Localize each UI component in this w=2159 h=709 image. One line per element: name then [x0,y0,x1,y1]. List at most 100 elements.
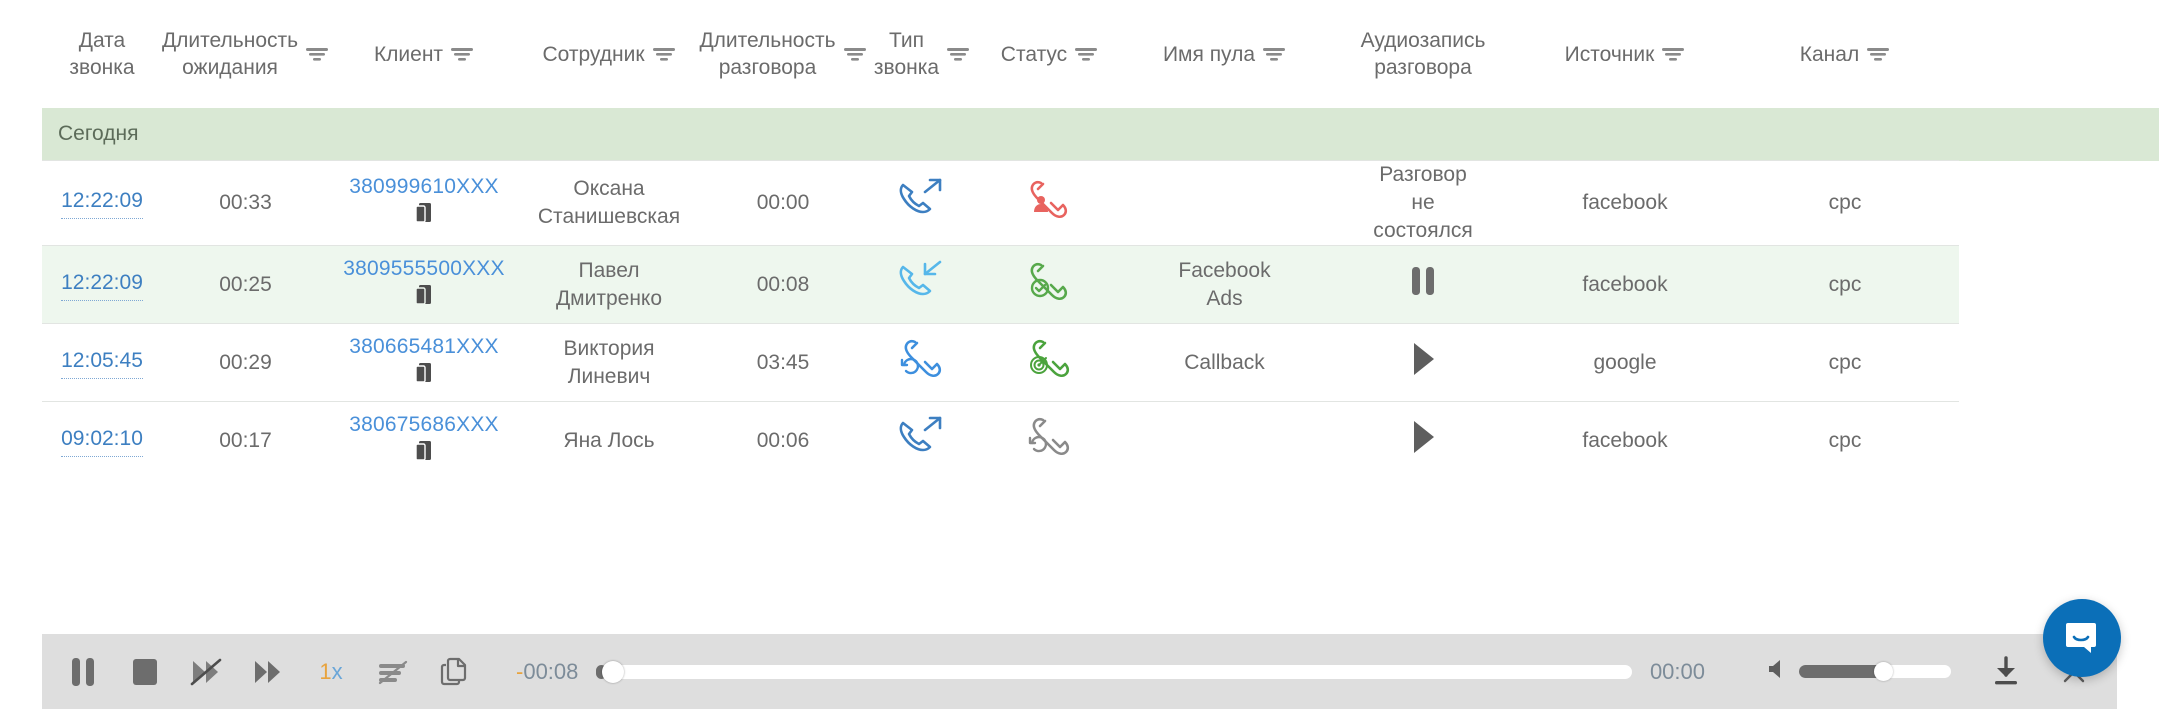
cell-client[interactable]: 380665481XXX [329,323,519,402]
filter-icon[interactable] [1262,45,1286,63]
phone-incoming-icon [899,260,942,295]
cell-call-date[interactable]: 12:22:09 [42,160,162,246]
header-spacer-right [1959,0,2159,108]
column-header-audio-record[interactable]: Аудиозапись разговора [1327,0,1519,108]
table-row[interactable]: 09:02:10 00:17 380675686XXX Яна Лось 00:… [0,401,2159,480]
group-label: Сегодня [42,108,2159,161]
volume-control [1767,657,1951,686]
intercom-launcher[interactable] [2043,599,2121,677]
total-time: 00:00 [1649,658,1705,684]
filter-icon[interactable] [843,45,867,63]
column-header-call-type[interactable]: Тип звонка [867,0,977,108]
column-label: Длительность разговора [699,29,836,79]
cell-call-date[interactable]: 12:05:45 [42,323,162,402]
play-icon[interactable] [1406,420,1440,462]
table-row[interactable]: 12:22:09 00:33 380999610XXX Оксана Стани… [0,160,2159,246]
row-gutter-right [1959,323,2159,402]
filter-icon[interactable] [305,45,329,63]
seek-handle[interactable] [602,660,625,683]
cell-employee: Павел Дмитренко [519,245,699,324]
column-header-wait-duration[interactable]: Длительность ожидания [162,0,329,108]
copy-phone-icon[interactable] [333,283,515,315]
cell-source: google [1519,323,1731,402]
cell-wait-duration: 00:25 [162,245,329,324]
filter-icon[interactable] [450,45,474,63]
copy-phone-icon[interactable] [333,439,515,471]
column-label: Длительность ожидания [161,29,299,79]
play-icon[interactable] [1406,342,1440,384]
row-gutter [0,245,42,324]
cell-talk-duration: 00:00 [699,160,867,246]
filter-icon[interactable] [946,45,970,63]
cell-client[interactable]: 3809555500XXX [329,245,519,324]
column-label: Источник [1564,42,1655,66]
download-button[interactable] [1977,654,2035,690]
copy-phone-icon[interactable] [333,361,515,393]
call-time-link[interactable]: 12:22:09 [61,269,143,301]
cell-audio-record[interactable] [1327,245,1519,324]
filter-icon[interactable] [1661,45,1685,63]
client-phone-link[interactable]: 380999610XXX [333,173,515,200]
rewind-button[interactable] [176,655,238,689]
elapsed-time-value: 00:08 [523,658,579,684]
table-row[interactable]: 12:05:45 00:29 380665481XXX Виктория Лин… [0,323,2159,402]
call-time-link[interactable]: 12:05:45 [61,347,143,379]
cell-pool-name: Callback [1122,323,1327,402]
column-header-channel[interactable]: Канал [1731,0,1959,108]
call-time-link[interactable]: 09:02:10 [61,425,143,457]
row-gutter-right [1959,245,2159,324]
calls-table: Дата звонка Длительность ожидания Клиент [0,0,2159,480]
column-header-status[interactable]: Статус [977,0,1122,108]
table-header: Дата звонка Длительность ожидания Клиент [0,0,2159,108]
copy-phone-icon[interactable] [333,201,515,233]
playback-rate-button[interactable]: 1x [300,659,362,685]
cell-client[interactable]: 380999610XXX [329,160,519,246]
cell-pool-name [1122,160,1327,246]
fast-forward-button[interactable] [238,655,300,689]
chat-bubble-icon [2066,623,2096,653]
group-spacer [0,108,42,161]
cell-call-date[interactable]: 12:22:09 [42,245,162,324]
fast-forward-icon [255,660,280,683]
row-gutter [0,160,42,246]
cell-call-date[interactable]: 09:02:10 [42,401,162,480]
cell-audio-record: Разговор не состоялся [1327,160,1519,246]
call-time-link[interactable]: 12:22:09 [61,187,143,219]
column-header-call-date[interactable]: Дата звонка [42,0,162,108]
table-body: Сегодня 12:22:09 00:33 380999610XXX Окса… [0,108,2159,480]
stop-icon [133,658,157,685]
cell-status [977,323,1122,402]
pause-icon[interactable] [1406,266,1440,305]
client-phone-link[interactable]: 3809555500XXX [333,255,515,282]
column-label: Дата звонка [69,29,135,79]
column-header-talk-duration[interactable]: Длительность разговора [699,0,867,108]
phone-target-icon [1029,339,1069,377]
stop-button[interactable] [114,655,176,689]
volume-slider[interactable] [1799,662,1951,681]
call-tracking-page: Дата звонка Длительность ожидания Клиент [0,0,2159,709]
table-row[interactable]: 12:22:09 00:25 3809555500XXX Павел Дмитр… [0,245,2159,324]
filter-icon[interactable] [1866,45,1890,63]
copy-link-button[interactable] [424,655,486,689]
cell-talk-duration: 00:06 [699,401,867,480]
cell-audio-record[interactable] [1327,401,1519,480]
column-header-employee[interactable]: Сотрудник [519,0,699,108]
row-gutter-right [1959,160,2159,246]
column-header-source[interactable]: Источник [1519,0,1731,108]
cell-client[interactable]: 380675686XXX [329,401,519,480]
client-phone-link[interactable]: 380675686XXX [333,411,515,438]
cell-audio-record[interactable] [1327,323,1519,402]
speaker-icon[interactable] [1767,657,1789,686]
client-phone-link[interactable]: 380665481XXX [333,333,515,360]
transcript-button[interactable] [362,656,424,688]
cell-call-type [867,401,977,480]
seek-slider[interactable] [596,660,1632,683]
pause-button[interactable] [52,654,114,690]
filter-icon[interactable] [652,45,676,63]
column-header-pool-name[interactable]: Имя пула [1122,0,1327,108]
column-header-client[interactable]: Клиент [329,0,519,108]
cell-call-type [867,323,977,402]
volume-level [1799,665,1883,678]
volume-handle[interactable] [1873,662,1893,681]
filter-icon[interactable] [1074,45,1098,63]
